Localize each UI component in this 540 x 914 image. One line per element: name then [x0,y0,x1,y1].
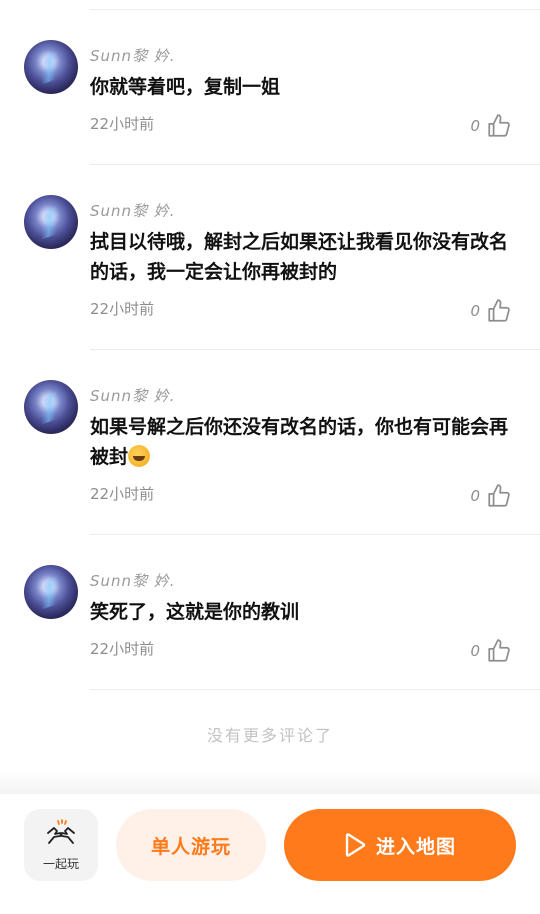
comment-item: Sunn黎 妗. 你就等着吧，复制一姐 22小时前 0 [0,10,540,165]
comment-time: 22小时前 [90,485,155,503]
thumbs-up-icon [488,484,510,507]
comment-text: 笑死了，这就是你的教训 [90,601,300,623]
solo-play-button[interactable]: 单人游玩 [116,809,266,881]
avatar[interactable] [24,380,78,434]
enter-map-button[interactable]: 进入地图 [284,809,516,881]
enter-map-label: 进入地图 [375,835,456,858]
comment-username[interactable]: Sunn黎 妗. [90,200,176,221]
comment-item: Sunn黎 妗. 如果号解之后你还没有改名的话，你也有可能会再被封 22小时前 … [0,350,540,535]
play-icon [345,833,366,857]
comment-username[interactable]: Sunn黎 妗. [90,385,176,406]
no-more-comments: 没有更多评论了 [206,726,333,745]
laughing-emoji-icon [128,445,151,467]
like-count: 0 [470,117,480,135]
comment-item: Sunn黎 妗. 笑死了，这就是你的教训 22小时前 0 [0,535,540,690]
thumbs-up-icon [488,639,510,662]
comment-text: 拭目以待哦，解封之后如果还让我看见你没有改名的话，我一定会让你再被封的 [90,231,509,283]
thumbs-up-icon [488,299,510,322]
play-together-button[interactable]: 一起玩 [24,809,98,881]
like-count: 0 [470,487,480,505]
like-button[interactable]: 0 [470,638,512,664]
comment-time: 22小时前 [90,640,155,658]
like-button[interactable]: 0 [470,113,512,139]
comment-username[interactable]: Sunn黎 妗. [90,570,176,591]
avatar[interactable] [24,195,78,249]
comment-item: Sunn黎 妗. 拭目以待哦，解封之后如果还让我看见你没有改名的话，我一定会让你… [0,165,540,350]
hands-icon [47,818,75,844]
comment-username[interactable]: Sunn黎 妗. [90,45,176,66]
comment-time: 22小时前 [90,115,155,133]
comment-text-content: 如果号解之后你还没有改名的话，你也有可能会再被封 [90,416,509,468]
bottom-action-bar: 一起玩 单人游玩 进入地图 [0,794,540,914]
avatar[interactable] [24,40,78,94]
comment-text: 你就等着吧，复制一姐 [90,76,281,98]
comment-list: Sunn黎 妗. 你就等着吧，复制一姐 22小时前 0 Sunn黎 妗. 拭目以… [0,10,540,690]
avatar[interactable] [24,565,78,619]
like-count: 0 [470,302,480,320]
like-count: 0 [470,642,480,660]
thumbs-up-icon [488,114,510,137]
bottom-bar-shadow [0,770,540,796]
like-button[interactable]: 0 [470,298,512,324]
comment-time: 22小时前 [90,300,155,318]
play-together-label: 一起玩 [42,856,79,871]
like-button[interactable]: 0 [470,483,512,509]
comment-text: 如果号解之后你还没有改名的话，你也有可能会再被封 [90,412,520,472]
comment-divider [90,689,540,690]
